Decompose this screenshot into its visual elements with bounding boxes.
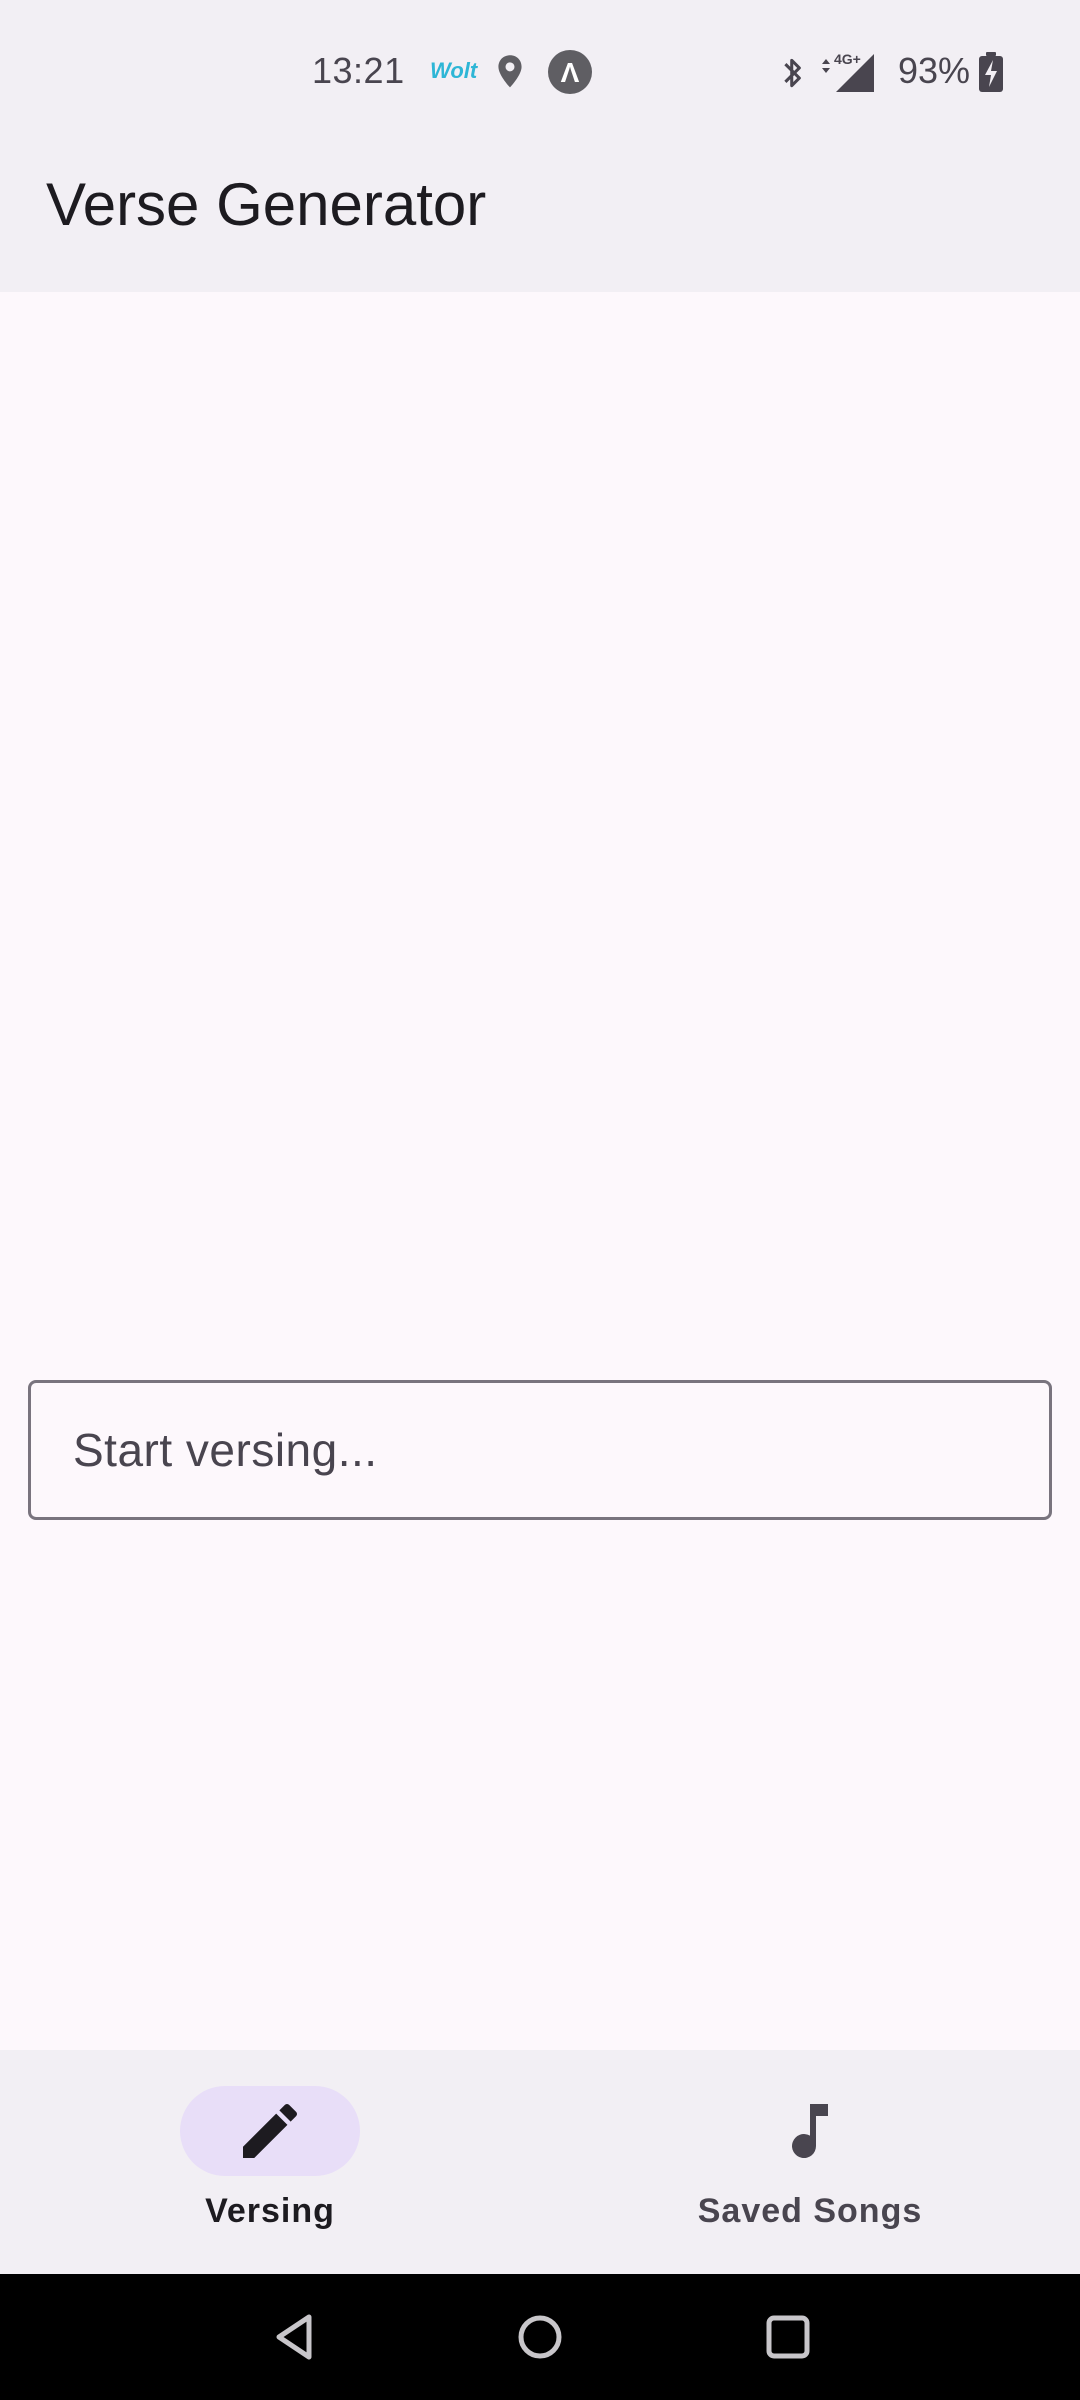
- page-title: Verse Generator: [46, 171, 487, 238]
- recents-icon[interactable]: [758, 2307, 818, 2367]
- status-time: 13:21: [312, 50, 405, 91]
- bluetooth-icon: [784, 58, 801, 88]
- status-bar: 13:21 Wolt Λ 4G+ 93%: [0, 0, 1080, 144]
- system-navigation-bar: [0, 2274, 1080, 2400]
- nav-item-versing[interactable]: Versing: [0, 2050, 540, 2274]
- nav-label-versing: Versing: [205, 2192, 335, 2230]
- bottom-navigation: Versing Saved Songs: [0, 2050, 1080, 2274]
- network-type-label: 4G+: [834, 51, 861, 67]
- verse-input[interactable]: [28, 1380, 1052, 1520]
- app-bar: Verse Generator: [0, 144, 1080, 292]
- battery-charging-icon: [979, 52, 1003, 92]
- battery-percent: 93%: [898, 50, 971, 91]
- app-notification-icon: Λ: [548, 50, 592, 94]
- back-icon[interactable]: [265, 2307, 325, 2367]
- nav-label-saved-songs: Saved Songs: [697, 2192, 923, 2230]
- music-note-icon: [792, 2104, 828, 2159]
- pencil-icon: [243, 2103, 298, 2158]
- home-icon[interactable]: [510, 2307, 570, 2367]
- mobile-data-icon: 4G+: [822, 51, 874, 92]
- wolt-icon: Wolt: [430, 58, 478, 83]
- location-icon: [498, 55, 522, 88]
- main-content: [0, 292, 1080, 2050]
- nav-item-saved-songs[interactable]: Saved Songs: [540, 2050, 1080, 2274]
